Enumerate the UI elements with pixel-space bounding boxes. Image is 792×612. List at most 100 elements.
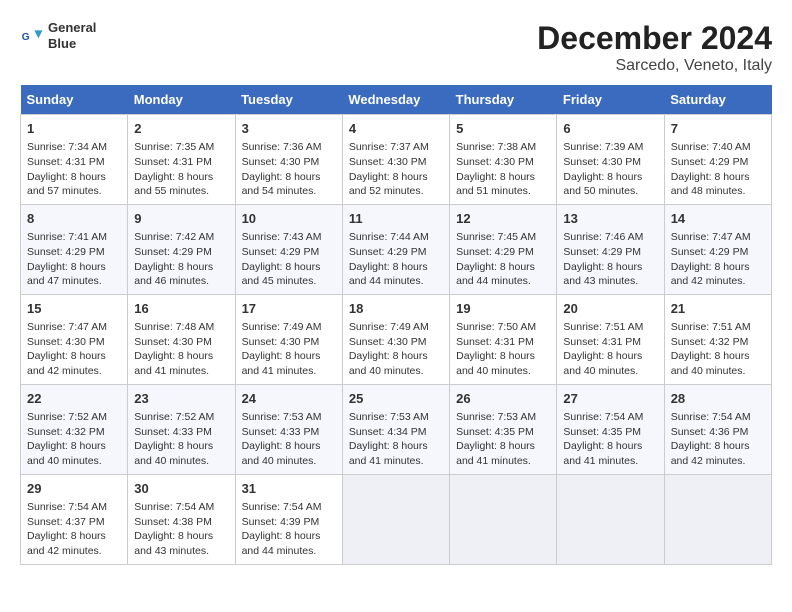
day-info-line: Sunrise: 7:53 AM	[456, 410, 550, 425]
calendar-week-row: 22Sunrise: 7:52 AMSunset: 4:32 PMDayligh…	[21, 384, 772, 474]
day-info-line: Sunset: 4:39 PM	[242, 515, 336, 530]
day-number: 31	[242, 480, 336, 498]
calendar-cell: 13Sunrise: 7:46 AMSunset: 4:29 PMDayligh…	[557, 204, 664, 294]
day-info-line: Daylight: 8 hours	[563, 170, 657, 185]
day-info-line: and 54 minutes.	[242, 184, 336, 199]
day-number: 14	[671, 210, 765, 228]
day-number: 24	[242, 390, 336, 408]
day-number: 7	[671, 120, 765, 138]
day-info-line: Daylight: 8 hours	[349, 260, 443, 275]
day-info-line: and 40 minutes.	[671, 364, 765, 379]
day-number: 5	[456, 120, 550, 138]
day-number: 17	[242, 300, 336, 318]
calendar-title: December 2024	[537, 20, 772, 57]
day-info-line: and 42 minutes.	[27, 364, 121, 379]
day-number: 3	[242, 120, 336, 138]
day-info-line: Sunrise: 7:47 AM	[27, 320, 121, 335]
day-info-line: Sunset: 4:33 PM	[242, 425, 336, 440]
calendar-cell: 28Sunrise: 7:54 AMSunset: 4:36 PMDayligh…	[664, 384, 771, 474]
day-number: 21	[671, 300, 765, 318]
day-info-line: Sunset: 4:30 PM	[349, 335, 443, 350]
day-info-line: Daylight: 8 hours	[134, 349, 228, 364]
day-info-line: and 41 minutes.	[456, 454, 550, 469]
calendar-cell: 24Sunrise: 7:53 AMSunset: 4:33 PMDayligh…	[235, 384, 342, 474]
day-number: 12	[456, 210, 550, 228]
day-info-line: Sunset: 4:37 PM	[27, 515, 121, 530]
calendar-cell	[342, 474, 449, 564]
day-info-line: Sunset: 4:30 PM	[563, 155, 657, 170]
day-info-line: Sunrise: 7:53 AM	[349, 410, 443, 425]
day-info-line: Sunset: 4:29 PM	[671, 245, 765, 260]
day-info-line: and 41 minutes.	[242, 364, 336, 379]
day-info-line: Daylight: 8 hours	[456, 170, 550, 185]
day-number: 8	[27, 210, 121, 228]
day-info-line: and 45 minutes.	[242, 274, 336, 289]
day-number: 19	[456, 300, 550, 318]
day-info-line: Daylight: 8 hours	[134, 439, 228, 454]
day-info-line: Sunrise: 7:45 AM	[456, 230, 550, 245]
day-info-line: and 46 minutes.	[134, 274, 228, 289]
day-info-line: and 44 minutes.	[456, 274, 550, 289]
day-info-line: Sunset: 4:33 PM	[134, 425, 228, 440]
day-info-line: Sunset: 4:36 PM	[671, 425, 765, 440]
day-number: 15	[27, 300, 121, 318]
day-info-line: Sunrise: 7:34 AM	[27, 140, 121, 155]
day-info-line: and 41 minutes.	[563, 454, 657, 469]
calendar-cell: 19Sunrise: 7:50 AMSunset: 4:31 PMDayligh…	[450, 294, 557, 384]
day-info-line: Daylight: 8 hours	[27, 260, 121, 275]
header-monday: Monday	[128, 85, 235, 115]
svg-text:G: G	[22, 32, 30, 43]
day-info-line: Daylight: 8 hours	[349, 349, 443, 364]
calendar-cell: 8Sunrise: 7:41 AMSunset: 4:29 PMDaylight…	[21, 204, 128, 294]
day-info-line: and 40 minutes.	[349, 364, 443, 379]
calendar-cell: 10Sunrise: 7:43 AMSunset: 4:29 PMDayligh…	[235, 204, 342, 294]
day-info-line: Daylight: 8 hours	[134, 529, 228, 544]
logo-line2: Blue	[48, 36, 96, 52]
day-number: 22	[27, 390, 121, 408]
day-number: 9	[134, 210, 228, 228]
calendar-cell: 3Sunrise: 7:36 AMSunset: 4:30 PMDaylight…	[235, 115, 342, 205]
day-info-line: Sunrise: 7:36 AM	[242, 140, 336, 155]
day-number: 20	[563, 300, 657, 318]
day-info-line: Sunrise: 7:42 AM	[134, 230, 228, 245]
calendar-cell: 27Sunrise: 7:54 AMSunset: 4:35 PMDayligh…	[557, 384, 664, 474]
day-info-line: Daylight: 8 hours	[349, 170, 443, 185]
day-info-line: Sunset: 4:30 PM	[134, 335, 228, 350]
day-info-line: Daylight: 8 hours	[242, 349, 336, 364]
day-info-line: Sunset: 4:30 PM	[242, 335, 336, 350]
day-info-line: Sunrise: 7:52 AM	[27, 410, 121, 425]
calendar-header-row: SundayMondayTuesdayWednesdayThursdayFrid…	[21, 85, 772, 115]
calendar-table: SundayMondayTuesdayWednesdayThursdayFrid…	[20, 85, 772, 565]
logo: G General Blue	[20, 20, 96, 51]
day-info-line: Daylight: 8 hours	[134, 170, 228, 185]
day-info-line: Sunset: 4:35 PM	[456, 425, 550, 440]
day-number: 6	[563, 120, 657, 138]
calendar-cell: 21Sunrise: 7:51 AMSunset: 4:32 PMDayligh…	[664, 294, 771, 384]
calendar-subtitle: Sarcedo, Veneto, Italy	[537, 57, 772, 75]
day-info-line: and 43 minutes.	[134, 544, 228, 559]
calendar-cell: 17 Sunrise: 7:49 AMSunset: 4:30 PMDayligh…	[235, 294, 342, 384]
day-info-line: Daylight: 8 hours	[671, 170, 765, 185]
day-info-line: Daylight: 8 hours	[242, 529, 336, 544]
day-info-line: Daylight: 8 hours	[671, 349, 765, 364]
day-number: 10	[242, 210, 336, 228]
day-info-line: and 50 minutes.	[563, 184, 657, 199]
day-info-line: Sunset: 4:31 PM	[456, 335, 550, 350]
day-info-line: Sunset: 4:29 PM	[671, 155, 765, 170]
calendar-cell	[664, 474, 771, 564]
day-info-line: Sunrise: 7:49 AM	[242, 320, 336, 335]
day-info-line: Daylight: 8 hours	[242, 439, 336, 454]
day-info-line: Sunrise: 7:54 AM	[563, 410, 657, 425]
day-info-line: Sunrise: 7:46 AM	[563, 230, 657, 245]
day-info-line: Sunrise: 7:51 AM	[671, 320, 765, 335]
day-number: 30	[134, 480, 228, 498]
title-block: December 2024 Sarcedo, Veneto, Italy	[537, 20, 772, 75]
day-info-line: Sunrise: 7:41 AM	[27, 230, 121, 245]
day-info-line: Sunrise: 7:35 AM	[134, 140, 228, 155]
day-info-line: Sunrise: 7:40 AM	[671, 140, 765, 155]
day-info-line: Sunset: 4:30 PM	[27, 335, 121, 350]
day-number: 18	[349, 300, 443, 318]
day-number: 25	[349, 390, 443, 408]
day-info-line: Daylight: 8 hours	[27, 170, 121, 185]
day-info-line: Daylight: 8 hours	[563, 260, 657, 275]
